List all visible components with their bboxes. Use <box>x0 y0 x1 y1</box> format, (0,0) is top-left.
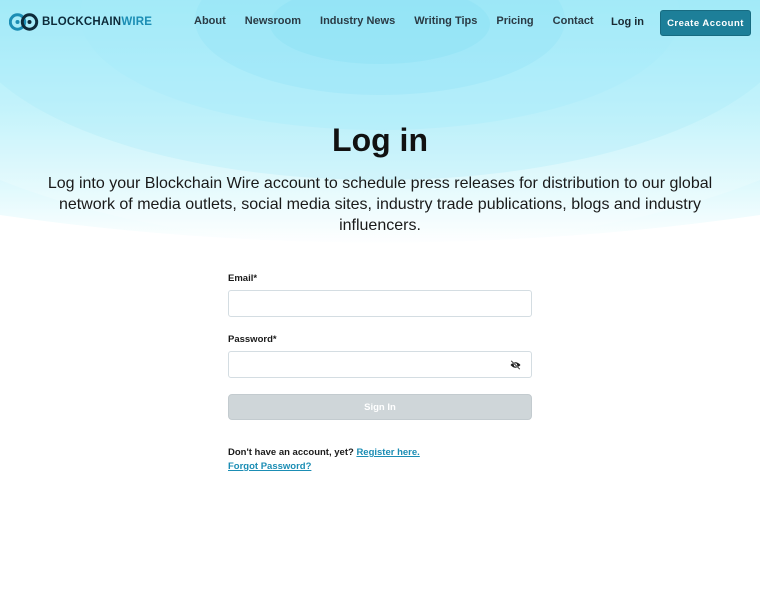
brand-name: BLOCKCHAINWIRE <box>42 16 153 28</box>
login-form: Email* Password* Sign In <box>228 273 532 420</box>
nav-pricing[interactable]: Pricing <box>496 15 533 27</box>
register-link[interactable]: Register here. <box>356 447 419 458</box>
forgot-password-link[interactable]: Forgot Password? <box>228 461 311 472</box>
no-account-text: Don't have an account, yet? <box>228 447 354 458</box>
brand-logo[interactable]: BLOCKCHAINWIRE <box>9 11 152 33</box>
eye-slash-icon[interactable] <box>510 360 521 370</box>
nav-contact[interactable]: Contact <box>553 15 594 27</box>
page-title: Log in <box>332 122 428 158</box>
email-label: Email* <box>228 273 258 284</box>
password-field-box <box>228 351 532 378</box>
logo-chain-icon <box>9 13 39 31</box>
site-header: BLOCKCHAINWIRE About Newsroom Industry N… <box>0 0 760 45</box>
nav-about[interactable]: About <box>194 15 226 27</box>
register-line: Don't have an account, yet? Register her… <box>228 446 420 460</box>
email-field-box <box>228 290 532 317</box>
password-field[interactable] <box>229 352 531 377</box>
main-nav: About Newsroom Industry News Writing Tip… <box>194 15 594 27</box>
login-footer: Don't have an account, yet? Register her… <box>228 446 420 474</box>
create-account-button[interactable]: Create Account <box>660 10 751 36</box>
nav-writing-tips[interactable]: Writing Tips <box>414 15 477 27</box>
forgot-line: Forgot Password? <box>228 460 420 474</box>
email-field[interactable] <box>229 291 531 316</box>
password-label: Password* <box>228 334 277 345</box>
header-login-link[interactable]: Log in <box>611 16 644 28</box>
page-subtitle: Log into your Blockchain Wire account to… <box>47 175 713 234</box>
nav-industry-news[interactable]: Industry News <box>320 15 395 27</box>
sign-in-button[interactable]: Sign In <box>228 394 532 420</box>
nav-newsroom[interactable]: Newsroom <box>245 15 301 27</box>
